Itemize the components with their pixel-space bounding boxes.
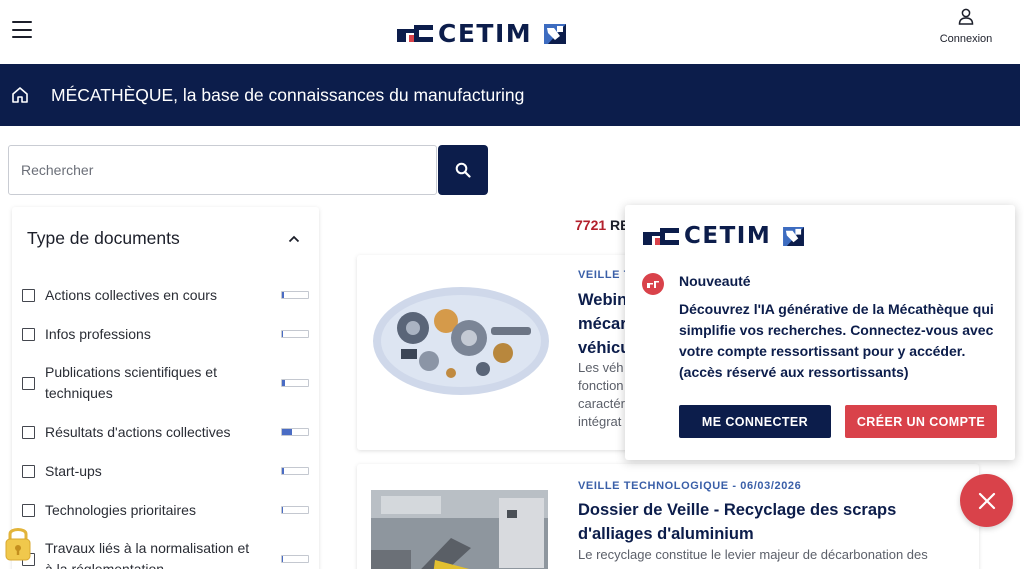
filter-share-bar — [281, 330, 309, 338]
close-icon — [978, 492, 995, 509]
login-link[interactable]: Connexion — [936, 8, 996, 45]
cetim-mark-icon — [643, 227, 679, 245]
filter-checkbox[interactable] — [22, 465, 35, 478]
search-icon — [455, 162, 471, 178]
filter-label: Publications scientifiques et techniques — [45, 364, 217, 401]
filter-checkbox[interactable] — [22, 328, 35, 341]
filter-item[interactable]: Infos professions — [12, 324, 319, 345]
filter-item[interactable]: Travaux liés à la normalisation et à la … — [12, 538, 319, 569]
card-category: VEILLE TECHNOLOGIQUE - 06/03/2026 — [578, 480, 802, 492]
filter-checkbox[interactable] — [22, 504, 35, 517]
filter-label: Start-ups — [45, 463, 102, 479]
filter-item[interactable]: Publications scientifiques et techniques — [12, 362, 319, 404]
result-count: 7721 RE — [575, 217, 630, 233]
filter-label: Travaux liés à la normalisation et à la … — [45, 540, 250, 569]
cetim-mark-icon — [397, 25, 433, 42]
popup-cetim-logo: CETIM — [643, 223, 805, 249]
section-banner: MÉCATHÈQUE, la base de connaissances du … — [0, 64, 1020, 126]
page-title: MÉCATHÈQUE, la base de connaissances du … — [51, 84, 525, 105]
filter-checkbox[interactable] — [22, 426, 35, 439]
logo-text: CETIM — [438, 19, 533, 48]
filter-item[interactable]: Start-ups — [12, 461, 319, 482]
filter-label: Infos professions — [45, 326, 151, 342]
filter-label: Technologies prioritaires — [45, 502, 196, 518]
card-description: Le recyclage constitue le levier majeur … — [578, 547, 928, 562]
create-account-button[interactable]: CRÉER UN COMPTE — [845, 405, 997, 438]
login-label: Connexion — [939, 33, 993, 45]
recycling-thumbnail — [371, 490, 548, 569]
user-icon — [958, 8, 974, 25]
result-card[interactable]: VEILLE TECHNOLOGIQUE - 06/03/2026 Dossie… — [357, 464, 979, 569]
filter-share-bar — [281, 428, 309, 436]
filter-title: Type de documents — [27, 228, 180, 248]
logo-flag-icon — [783, 226, 805, 246]
filter-share-bar — [281, 291, 309, 299]
filter-label: Actions collectives en cours — [45, 287, 217, 303]
card-title: Dossier de Veille - Recyclage des scraps… — [578, 501, 897, 543]
document-type-filter: Type de documents Actions collectives en… — [12, 207, 319, 569]
filter-checkbox[interactable] — [22, 377, 35, 390]
popup-logo-text: CETIM — [684, 223, 772, 249]
search-input[interactable] — [8, 145, 437, 195]
cetim-logo[interactable]: CETIM — [397, 19, 567, 48]
search-button[interactable] — [438, 145, 488, 195]
home-icon[interactable] — [11, 86, 29, 104]
popup-title: Nouveauté — [679, 273, 751, 289]
filter-share-bar — [281, 506, 309, 514]
filter-item[interactable]: Technologies prioritaires — [12, 500, 319, 521]
chevron-up-icon[interactable] — [288, 235, 300, 243]
ai-announcement-popup: CETIM Nouveauté Découvrez l'IA générativ… — [625, 205, 1015, 460]
cetim-badge-icon — [642, 273, 664, 295]
filter-item[interactable]: Actions collectives en cours — [12, 285, 319, 306]
filter-label: Résultats d'actions collectives — [45, 424, 231, 440]
popup-text: Découvrez l'IA générative de la Mécathèq… — [679, 301, 994, 380]
filter-checkbox[interactable] — [22, 289, 35, 302]
filter-share-bar — [281, 467, 309, 475]
top-header: CETIM Connexion — [0, 0, 1024, 64]
card-category: VEILLE T — [578, 269, 632, 281]
gearbox-thumbnail — [373, 287, 549, 395]
lock-icon[interactable] — [4, 524, 32, 562]
filter-share-bar — [281, 555, 309, 563]
filter-share-bar — [281, 379, 309, 387]
close-popup-button[interactable] — [960, 474, 1013, 527]
connect-button[interactable]: ME CONNECTER — [679, 405, 831, 438]
filter-item[interactable]: Résultats d'actions collectives — [12, 422, 319, 443]
hamburger-icon[interactable] — [12, 21, 32, 38]
result-count-number: 7721 — [575, 217, 607, 233]
logo-flag-icon — [544, 23, 567, 44]
